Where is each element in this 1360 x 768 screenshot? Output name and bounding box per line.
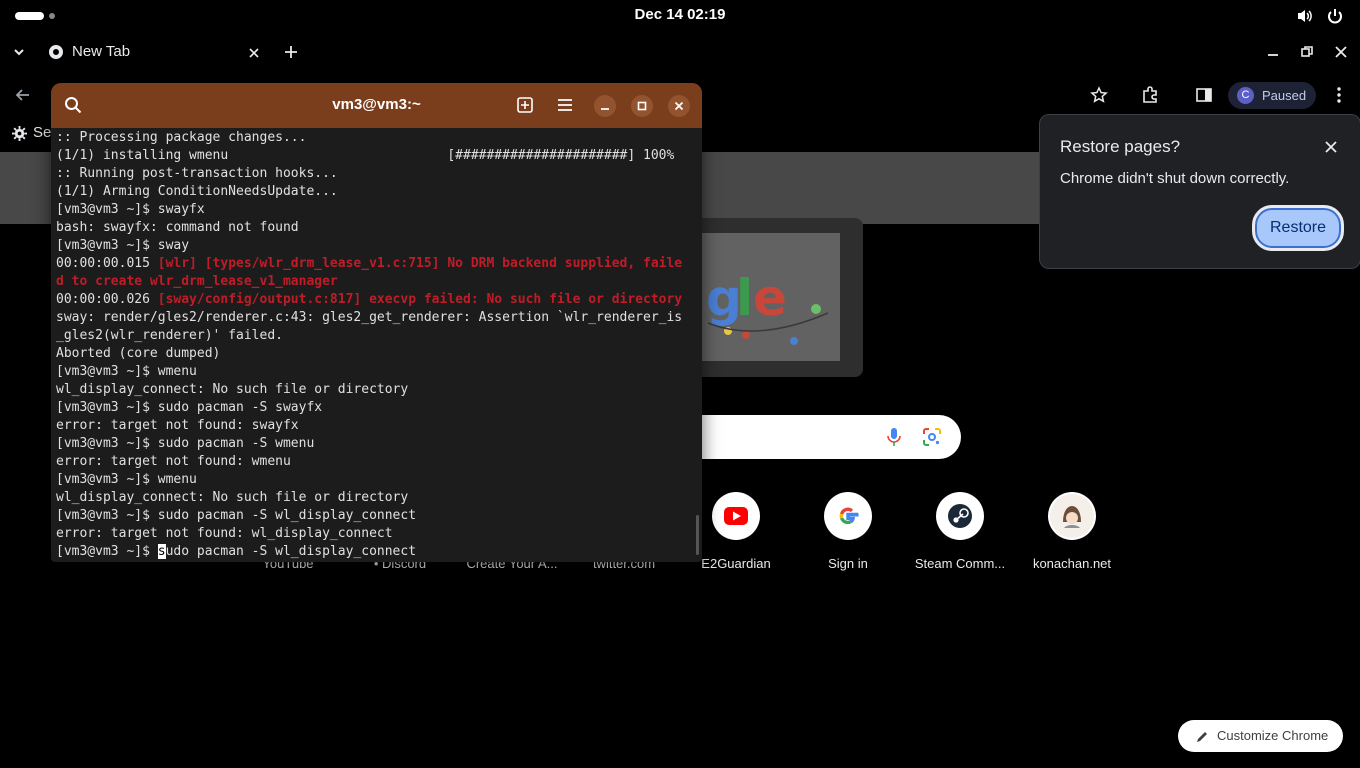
google-g-icon bbox=[824, 492, 872, 540]
terminal-timestamp: 00:00:00.026 bbox=[56, 292, 158, 307]
terminal-error-text: [wlr] [types/wlr_drm_lease_v1.c:715] No … bbox=[157, 256, 683, 271]
shortcut-tile-steam[interactable]: Steam Comm... bbox=[904, 492, 1016, 576]
minimize-icon[interactable] bbox=[594, 95, 616, 117]
minimize-window-icon[interactable] bbox=[1266, 44, 1280, 63]
terminal-line: (1/1) installing wmenu [################… bbox=[56, 148, 675, 163]
profile-button[interactable]: C Paused bbox=[1228, 82, 1316, 109]
tab-title: New Tab bbox=[72, 43, 131, 60]
dialog-message: Chrome didn't shut down correctly. bbox=[1060, 170, 1290, 187]
customize-chrome-label: Customize Chrome bbox=[1217, 728, 1329, 743]
terminal-line: [vm3@vm3 ~]$ sudo pacman -S swayfx bbox=[56, 400, 323, 415]
tab-search-chevron-down-icon[interactable] bbox=[12, 44, 26, 63]
restore-pages-dialog: Restore pages? Chrome didn't shut down c… bbox=[1039, 114, 1360, 269]
terminal-line: [vm3@vm3 ~]$ wmenu bbox=[56, 364, 197, 379]
microphone-icon[interactable] bbox=[886, 427, 902, 451]
extensions-puzzle-icon[interactable] bbox=[1141, 86, 1159, 108]
new-tab-plus-icon[interactable] bbox=[284, 44, 298, 63]
pencil-icon bbox=[1195, 729, 1209, 748]
maximize-icon[interactable] bbox=[631, 95, 653, 117]
terminal-line: d to create wlr_drm_lease_v1_manager bbox=[56, 273, 698, 291]
dialog-title: Restore pages? bbox=[1060, 137, 1181, 156]
svg-text:l: l bbox=[736, 269, 753, 327]
restore-window-icon[interactable] bbox=[1300, 44, 1314, 63]
terminal-line: Aborted (core dumped) bbox=[56, 346, 221, 361]
search-box[interactable] bbox=[690, 415, 961, 459]
terminal-scrollbar[interactable] bbox=[696, 515, 699, 555]
customize-chrome-button[interactable]: Customize Chrome bbox=[1178, 720, 1343, 752]
terminal-window[interactable]: vm3@vm3:~ :: Processing package changes.… bbox=[51, 83, 702, 562]
prompt-prefix: [vm3@vm3 ~]$ bbox=[56, 544, 158, 559]
terminal-line: [vm3@vm3 ~]$ sway bbox=[56, 238, 190, 253]
terminal-line: sway: render/gles2/renderer.c:43: gles2_… bbox=[56, 310, 683, 325]
terminal-line: [vm3@vm3 ~]$ swayfx bbox=[56, 202, 205, 217]
close-icon[interactable] bbox=[668, 95, 690, 117]
text-cursor: s bbox=[157, 544, 166, 559]
terminal-line: _gles2(wlr_renderer)' failed. bbox=[56, 328, 283, 343]
terminal-line: wl_display_connect: No such file or dire… bbox=[56, 490, 409, 505]
close-tab-icon[interactable] bbox=[248, 44, 260, 63]
system-top-bar: Dec 14 02:19 bbox=[0, 0, 1360, 32]
chrome-icon bbox=[49, 45, 63, 59]
terminal-line: 00:00:00.026 [sway/config/output.c:817] … bbox=[56, 291, 698, 309]
shortcut-label: konachan.net bbox=[1032, 556, 1112, 571]
terminal-line: (1/1) Arming ConditionNeedsUpdate... bbox=[56, 184, 338, 199]
terminal-prompt-line[interactable]: [vm3@vm3 ~]$ sudo pacman -S wl_display_c… bbox=[56, 543, 698, 559]
terminal-line: 00:00:00.015 [wlr] [types/wlr_drm_lease_… bbox=[56, 255, 698, 273]
terminal-line: [vm3@vm3 ~]$ sudo pacman -S wmenu bbox=[56, 436, 315, 451]
svg-text:e: e bbox=[753, 269, 787, 327]
shortcut-tile-sign-in[interactable]: Sign in bbox=[792, 492, 904, 576]
bookmark-item-settings[interactable]: Se bbox=[33, 124, 51, 141]
doodle-card[interactable]: g l e bbox=[690, 218, 863, 377]
side-panel-icon[interactable] bbox=[1195, 86, 1213, 108]
new-terminal-tab-icon[interactable] bbox=[516, 96, 534, 118]
close-icon[interactable] bbox=[1324, 139, 1338, 158]
bookmark-star-icon[interactable] bbox=[1090, 86, 1108, 108]
restore-button[interactable]: Restore bbox=[1252, 205, 1344, 251]
tab-new-tab[interactable]: New Tab bbox=[40, 38, 272, 68]
konachan-favicon-icon bbox=[1048, 492, 1096, 540]
terminal-line: wl_display_connect: No such file or dire… bbox=[56, 382, 409, 397]
more-menu-icon[interactable] bbox=[1330, 86, 1348, 108]
avatar: C bbox=[1237, 87, 1254, 104]
power-icon[interactable] bbox=[1326, 7, 1344, 25]
terminal-line: :: Processing package changes... bbox=[56, 130, 307, 145]
prompt-command: udo pacman -S wl_display_connect bbox=[165, 544, 417, 559]
terminal-line: bash: swayfx: command not found bbox=[56, 220, 299, 235]
back-arrow-icon[interactable] bbox=[14, 86, 32, 108]
volume-icon[interactable] bbox=[1296, 7, 1314, 25]
shortcut-label: Sign in bbox=[828, 556, 868, 571]
terminal-header-bar[interactable]: vm3@vm3:~ bbox=[51, 83, 702, 128]
shortcut-label: Steam Comm... bbox=[914, 556, 1006, 571]
terminal-line: error: target not found: wl_display_conn… bbox=[56, 526, 393, 541]
shortcut-tile-konachan[interactable]: konachan.net bbox=[1016, 492, 1128, 576]
steam-icon bbox=[936, 492, 984, 540]
google-lens-icon[interactable] bbox=[922, 427, 942, 451]
terminal-line: error: target not found: swayfx bbox=[56, 418, 299, 433]
terminal-line: :: Running post-transaction hooks... bbox=[56, 166, 338, 181]
terminal-error-text: d to create wlr_drm_lease_v1_manager bbox=[56, 274, 338, 289]
terminal-line: [vm3@vm3 ~]$ wmenu bbox=[56, 472, 197, 487]
terminal-line: error: target not found: wmenu bbox=[56, 454, 291, 469]
gear-icon bbox=[12, 126, 27, 145]
terminal-timestamp: 00:00:00.015 bbox=[56, 256, 158, 271]
profile-status: Paused bbox=[1262, 88, 1307, 103]
google-doodle-image[interactable]: g l e bbox=[698, 233, 840, 361]
hamburger-menu-icon[interactable] bbox=[556, 97, 574, 117]
clock[interactable]: Dec 14 02:19 bbox=[0, 6, 1360, 23]
close-window-icon[interactable] bbox=[1334, 44, 1348, 63]
terminal-error-text: [sway/config/output.c:817] execvp failed… bbox=[157, 292, 683, 307]
terminal-output[interactable]: :: Processing package changes...(1/1) in… bbox=[56, 129, 698, 559]
terminal-line: [vm3@vm3 ~]$ sudo pacman -S wl_display_c… bbox=[56, 508, 417, 523]
tab-strip: New Tab bbox=[0, 32, 1360, 72]
youtube-icon bbox=[712, 492, 760, 540]
